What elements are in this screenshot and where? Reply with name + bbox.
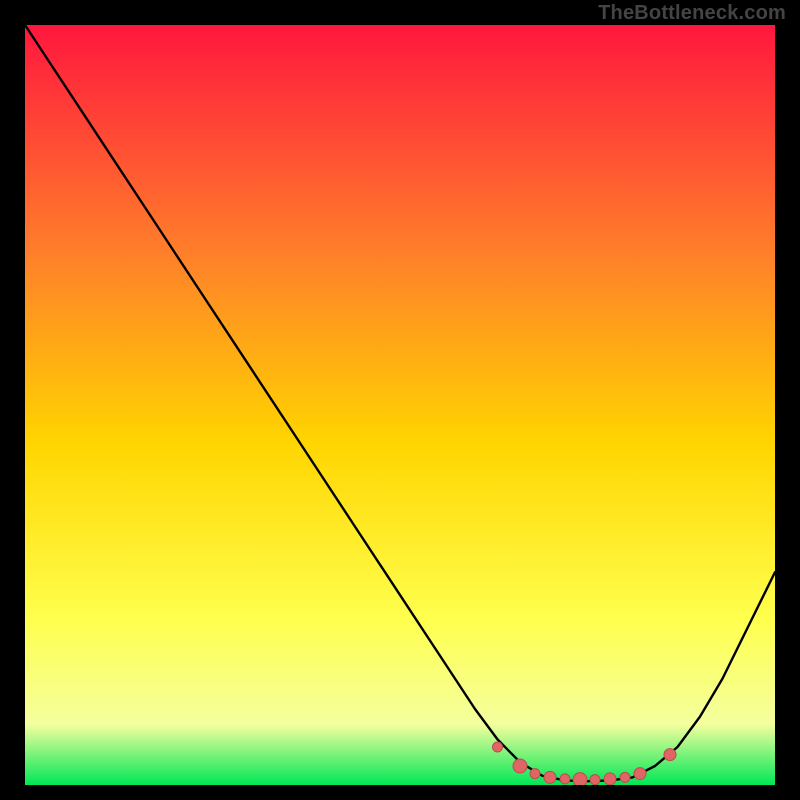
gradient-background	[25, 25, 775, 785]
optimal-marker	[560, 774, 570, 784]
optimal-marker	[530, 769, 540, 779]
watermark-text: TheBottleneck.com	[598, 2, 786, 25]
optimal-marker	[620, 772, 630, 782]
bottleneck-chart	[25, 25, 775, 785]
chart-frame: TheBottleneck.com	[0, 0, 800, 800]
optimal-marker	[590, 775, 600, 785]
optimal-marker	[664, 749, 676, 761]
optimal-marker	[493, 742, 503, 752]
optimal-marker	[544, 771, 556, 783]
optimal-marker	[604, 773, 616, 785]
optimal-marker	[634, 768, 646, 780]
optimal-marker	[513, 759, 527, 773]
optimal-marker	[573, 773, 587, 785]
